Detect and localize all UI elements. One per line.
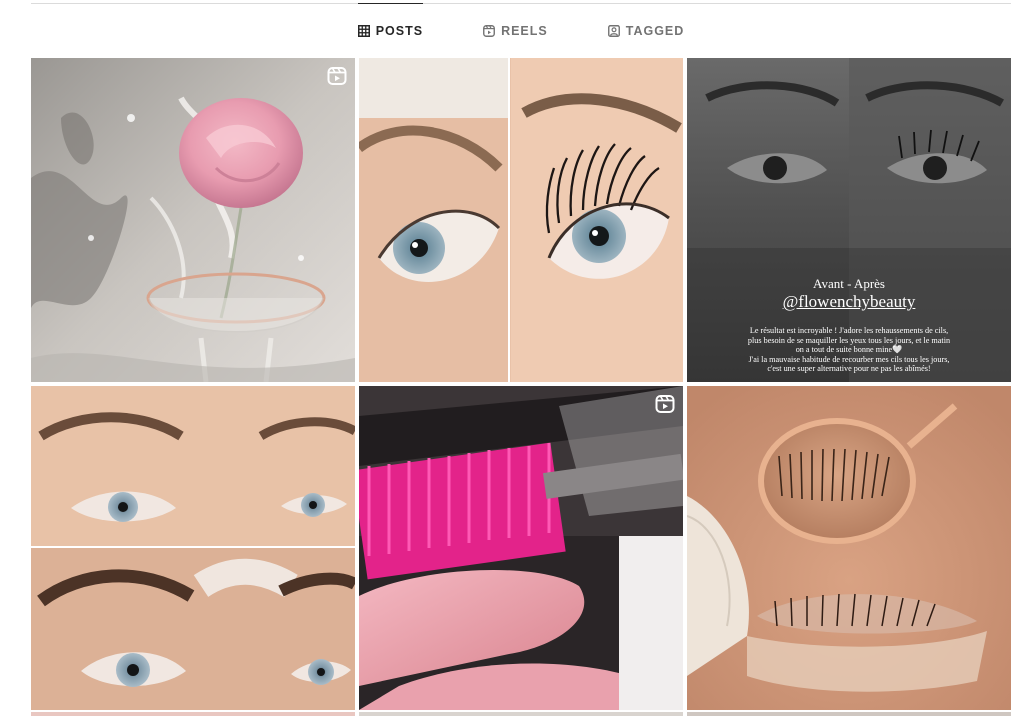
profile-tabs: POSTS REELS TAGGED (31, 0, 1011, 58)
tab-tagged[interactable]: TAGGED (607, 0, 685, 58)
post-tile-6[interactable] (687, 386, 1011, 710)
post-tile-4[interactable] (31, 386, 355, 710)
post-tile-9-peek[interactable] (687, 712, 1011, 716)
tab-tagged-label: TAGGED (625, 23, 685, 38)
post-tile-5[interactable] (359, 386, 683, 710)
posts-grid: Avant - Après @flowenchybeauty Le résult… (31, 58, 1011, 710)
tab-posts[interactable]: POSTS (357, 0, 424, 58)
grid-icon (357, 24, 370, 37)
post-tile-8-peek[interactable] (359, 712, 683, 716)
post-image-mascara-wand (359, 386, 683, 710)
overlay-line: Le résultat est incroyable ! J'adore les… (749, 326, 949, 335)
post-image-mirror-lashes (687, 386, 1011, 710)
overlay-caption: Le résultat est incroyable ! J'adore les… (687, 326, 1011, 374)
post-image-brows (31, 386, 355, 710)
tab-reels[interactable]: REELS (483, 0, 548, 58)
post-image-lash-lift (359, 58, 683, 382)
overlay-title: Avant - Après (813, 276, 885, 291)
post-image-rose-glass (31, 58, 355, 382)
tagged-icon (607, 24, 620, 37)
post-tile-3[interactable]: Avant - Après @flowenchybeauty Le résult… (687, 58, 1011, 382)
reel-icon (327, 67, 347, 85)
reel-icon (655, 395, 675, 413)
tab-reels-label: REELS (501, 23, 548, 38)
overlay-handle[interactable]: @flowenchybeauty (687, 292, 1011, 312)
post-tile-7-peek[interactable] (31, 712, 355, 716)
overlay-line: on a tout de suite bonne mine🤍 (795, 345, 903, 354)
overlay-line: J'ai la mauvaise habitude de recourber m… (748, 354, 950, 364)
tab-posts-label: POSTS (375, 23, 424, 38)
overlay-line: plus besoin de se maquiller les yeux tou… (747, 335, 951, 345)
next-row-peek (31, 712, 1011, 716)
reels-icon (483, 24, 496, 37)
post-tile-2[interactable] (359, 58, 683, 382)
post-tile-1[interactable] (31, 58, 355, 382)
overlay-line: c'est une super alternative pour ne pas … (767, 364, 931, 373)
tab-bar: POSTS REELS TAGGED (31, 0, 1011, 58)
